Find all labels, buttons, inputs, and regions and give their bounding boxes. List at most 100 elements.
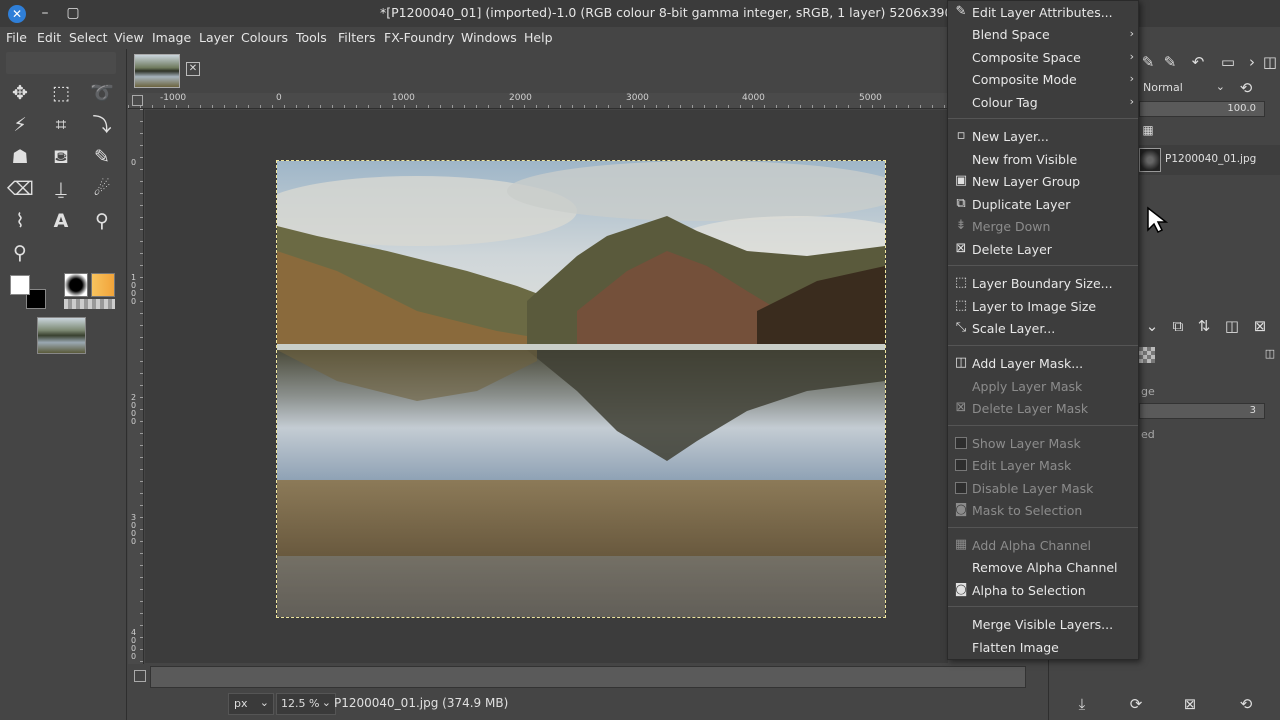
menu-item-new-layer[interactable]: ▫ New Layer...	[948, 126, 1138, 148]
gimp-icon[interactable]: ✕	[8, 5, 26, 23]
menu-item-flatten-image[interactable]: Flatten Image	[948, 637, 1138, 659]
delete-icon[interactable]: ⊠	[1181, 695, 1199, 713]
bucket-fill-tool-icon[interactable]: ⛾	[48, 144, 74, 170]
menu-item-delete-layer[interactable]: ⊠ Delete Layer	[948, 239, 1138, 261]
smudge-tool-icon[interactable]: ☄	[89, 176, 115, 202]
layer-mode-select[interactable]: Normal ⌄	[1139, 78, 1227, 98]
menu-item-edit-layer-attributes[interactable]: ✎ Edit Layer Attributes...	[948, 2, 1138, 24]
text-tool-icon[interactable]: A	[48, 208, 74, 234]
vertical-ruler[interactable]: 0 1000 2000 3000 4000	[128, 109, 144, 664]
menu-item-new-layer-group[interactable]: ▣ New Layer Group	[948, 171, 1138, 193]
add-mask-icon[interactable]: ◫	[1223, 317, 1241, 335]
menu-item-colour-tag[interactable]: Colour Tag ›	[948, 92, 1138, 114]
unit-select[interactable]: px ⌄	[228, 693, 274, 715]
ruler-label: 4000	[131, 628, 137, 661]
rect-select-tool-icon[interactable]: ⬚	[48, 80, 74, 106]
menu-item-show-layer-mask[interactable]: Show Layer Mask	[948, 433, 1138, 455]
menu-item-edit-layer-mask[interactable]: Edit Layer Mask	[948, 455, 1138, 477]
transform-tool-icon[interactable]: ⤵	[89, 112, 115, 138]
active-image-thumbnail[interactable]	[37, 317, 86, 354]
quick-mask-toggle-icon[interactable]	[132, 95, 143, 106]
paintbrush-tool-icon[interactable]: ✎	[89, 144, 115, 170]
menu-tools[interactable]: Tools	[296, 30, 327, 45]
partial-label: ed	[1141, 428, 1155, 441]
horizontal-scrollbar[interactable]	[150, 666, 1026, 688]
menu-item-disable-layer-mask[interactable]: Disable Layer Mask	[948, 478, 1138, 500]
menu-item-new-from-visible[interactable]: New from Visible	[948, 149, 1138, 171]
menu-item-duplicate-layer[interactable]: ⧉ Duplicate Layer	[948, 194, 1138, 216]
menu-item-add-layer-mask[interactable]: ◫ Add Layer Mask...	[948, 353, 1138, 375]
menu-image[interactable]: Image	[152, 30, 191, 45]
gradient-preview[interactable]	[91, 273, 115, 297]
menu-item-alpha-to-selection[interactable]: ◙ Alpha to Selection	[948, 580, 1138, 602]
eraser-tool-icon[interactable]: ⌫	[7, 176, 34, 202]
clone-tool-icon[interactable]: ⍊	[48, 176, 74, 202]
color-picker-tool-icon[interactable]: ⚲	[89, 208, 115, 234]
delete-layer-icon[interactable]: ⊠	[1251, 317, 1269, 335]
lasso-tool-icon[interactable]: ➰	[89, 80, 115, 106]
menu-layer[interactable]: Layer	[199, 30, 234, 45]
image-canvas[interactable]	[145, 110, 948, 663]
menu-item-apply-layer-mask[interactable]: Apply Layer Mask	[948, 376, 1138, 398]
menu-select[interactable]: Select	[69, 30, 108, 45]
menu-item-scale-layer[interactable]: ⤡ Scale Layer...	[948, 318, 1138, 340]
menu-fx-foundry[interactable]: FX-Foundry	[384, 30, 454, 45]
navigate-icon[interactable]	[134, 670, 146, 682]
menu-file[interactable]: File	[6, 30, 27, 45]
menu-item-composite-space[interactable]: Composite Space ›	[948, 47, 1138, 69]
tab-menu-icon[interactable]: ◫	[1261, 347, 1279, 360]
layer-to-image-icon: ⬚	[954, 298, 968, 313]
undo-history-icon[interactable]: ↶	[1189, 53, 1207, 71]
menu-item-merge-visible-layers[interactable]: Merge Visible Layers...	[948, 614, 1138, 636]
menu-item-layer-boundary-size[interactable]: ⬚ Layer Boundary Size...	[948, 273, 1138, 295]
lock-alpha-icon[interactable]: ▦	[1139, 123, 1157, 137]
menu-item-remove-alpha-channel[interactable]: Remove Alpha Channel	[948, 557, 1138, 579]
reset-icon[interactable]: ⟲	[1237, 79, 1255, 97]
opacity-field[interactable]: 100.0	[1139, 101, 1265, 117]
minimize-button[interactable]: –	[36, 4, 54, 22]
menu-item-layer-to-image-size[interactable]: ⬚ Layer to Image Size	[948, 296, 1138, 318]
tab-menu-icon[interactable]: ◫	[1261, 53, 1279, 71]
import-icon[interactable]: ⤓	[1073, 695, 1091, 713]
paths-tool-icon[interactable]: ⌇	[7, 208, 33, 234]
refresh-icon[interactable]: ⟳	[1127, 695, 1145, 713]
warp-tool-icon[interactable]: ☗	[7, 144, 33, 170]
close-icon[interactable]: ✕	[186, 62, 200, 76]
brush-icon[interactable]: ✎	[1139, 53, 1157, 71]
layer-row[interactable]: P1200040_01.jpg	[1137, 145, 1280, 175]
paint-icon[interactable]: ✎	[1161, 53, 1179, 71]
menu-colours[interactable]: Colours	[241, 30, 288, 45]
menu-item-delete-layer-mask[interactable]: ⊠ Delete Layer Mask	[948, 398, 1138, 420]
anchor-icon[interactable]: ⇅	[1195, 317, 1213, 335]
zoom-select[interactable]: 12.5 % ⌄	[276, 693, 336, 715]
spin-field[interactable]: 3	[1139, 403, 1265, 419]
menu-item-merge-down[interactable]: ⇟ Merge Down	[948, 216, 1138, 238]
menu-edit[interactable]: Edit	[37, 30, 61, 45]
reset-icon[interactable]: ⟲	[1237, 695, 1255, 713]
brush-preview[interactable]	[64, 273, 88, 297]
menu-item-blend-space[interactable]: Blend Space ›	[948, 24, 1138, 46]
menu-view[interactable]: View	[114, 30, 144, 45]
zoom-tool-icon[interactable]: ⚲	[7, 240, 33, 266]
chevron-down-icon[interactable]: ⌄	[1143, 317, 1161, 335]
crop-tool-icon[interactable]: ⌗	[48, 112, 74, 138]
maximize-button[interactable]: ▢	[64, 4, 82, 22]
horizontal-ruler[interactable]: -1000 0 1000 2000 3000 4000 5000	[128, 93, 948, 109]
foreground-color-swatch[interactable]	[10, 275, 30, 295]
checkbox-icon	[953, 480, 969, 496]
fuzzy-select-tool-icon[interactable]: ⚡	[7, 112, 33, 138]
menu-help[interactable]: Help	[524, 30, 553, 45]
duplicate-layer-icon[interactable]: ⧉	[1169, 317, 1187, 335]
alpha-to-selection-icon: ◙	[954, 582, 968, 597]
menu-item-add-alpha-channel[interactable]: ▦ Add Alpha Channel	[948, 535, 1138, 557]
images-icon[interactable]: ▭	[1219, 53, 1237, 71]
chevron-right-icon[interactable]: ›	[1243, 53, 1261, 71]
menu-windows[interactable]: Windows	[461, 30, 517, 45]
landscape-photo[interactable]	[276, 160, 886, 618]
image-tab-thumbnail[interactable]	[134, 54, 180, 88]
pattern-preview[interactable]	[64, 299, 115, 309]
menu-filters[interactable]: Filters	[338, 30, 375, 45]
menu-item-composite-mode[interactable]: Composite Mode ›	[948, 69, 1138, 91]
move-tool-icon[interactable]: ✥	[7, 80, 33, 106]
menu-item-mask-to-selection[interactable]: ◙ Mask to Selection	[948, 500, 1138, 522]
